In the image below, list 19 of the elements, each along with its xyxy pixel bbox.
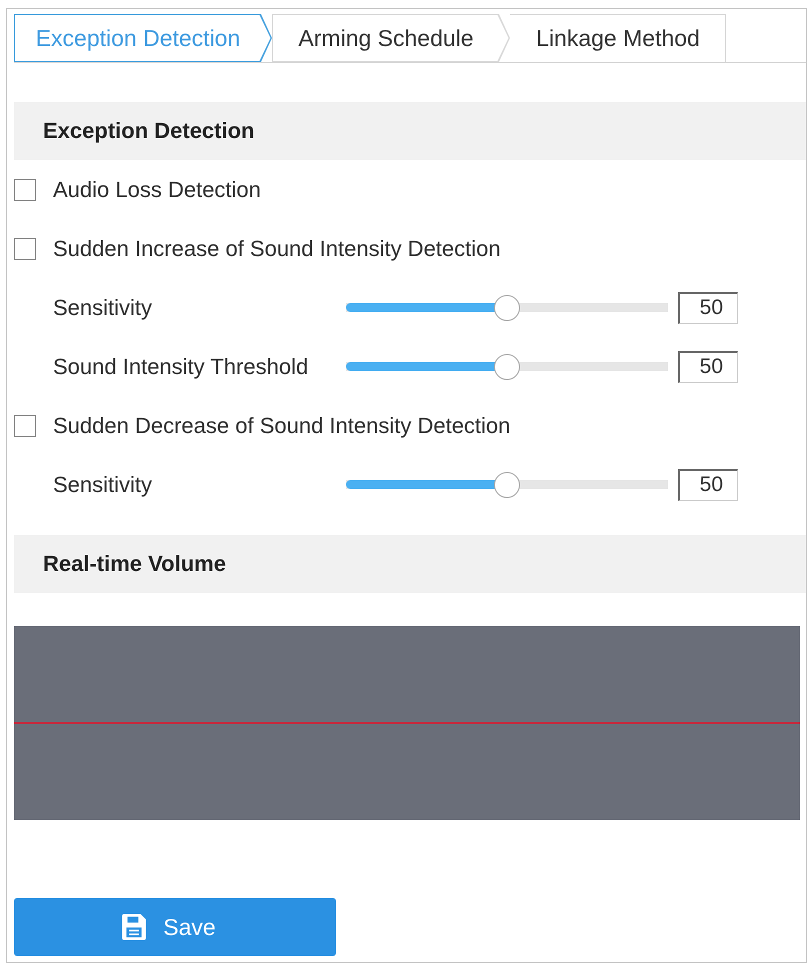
- value-field[interactable]: 50: [678, 350, 738, 382]
- value-field[interactable]: 50: [678, 292, 738, 324]
- checkbox[interactable]: [14, 238, 36, 260]
- tab[interactable]: Linkage Method: [510, 14, 726, 62]
- section-header: Exception Detection: [14, 102, 806, 160]
- value-field[interactable]: 50: [678, 468, 738, 500]
- checkbox[interactable]: [14, 178, 36, 200]
- slider-handle[interactable]: [494, 354, 520, 380]
- checkbox-label: Sudden Increase of Sound Intensity Detection: [53, 236, 501, 262]
- tab[interactable]: Arming Schedule: [272, 14, 510, 62]
- checkbox-label: Sudden Decrease of Sound Intensity Detection: [53, 412, 510, 438]
- checkbox[interactable]: [14, 414, 36, 436]
- slider-handle[interactable]: [494, 472, 520, 498]
- slider-label: Sound Intensity Threshold: [53, 354, 310, 380]
- checkbox-label: Audio Loss Detection: [53, 176, 261, 202]
- slider-label: Sensitivity: [53, 294, 154, 320]
- slider-handle[interactable]: [494, 294, 520, 320]
- slider-label: Sensitivity: [53, 472, 154, 498]
- section-header: Real-time Volume: [14, 535, 806, 593]
